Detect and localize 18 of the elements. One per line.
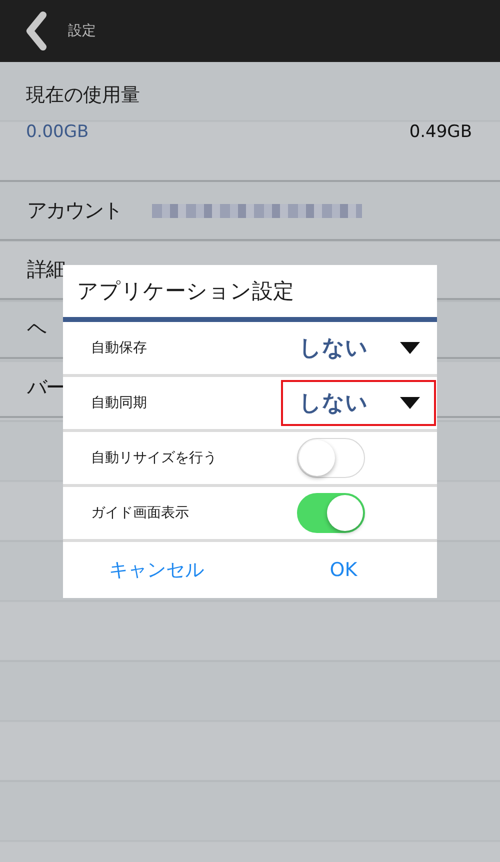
settings-item[interactable]: ヘ	[27, 315, 46, 342]
screen-title: 設定	[68, 22, 96, 40]
dialog-title: アプリケーション設定	[63, 265, 437, 317]
dropdown[interactable]: しない	[281, 325, 436, 371]
back-icon[interactable]	[24, 11, 48, 51]
setting-label: 自動同期	[91, 394, 148, 412]
used-amount: 0.00GB	[26, 122, 89, 142]
setting-label: 自動リサイズを行う	[91, 449, 218, 467]
setting-label: ガイド画面表示	[91, 504, 190, 522]
setting-label: 自動保存	[91, 339, 148, 357]
toggle-switch[interactable]	[297, 493, 365, 533]
settings-item[interactable]: アカウント	[27, 197, 122, 224]
dropdown[interactable]: しない	[281, 380, 436, 426]
total-amount: 0.49GB	[409, 122, 472, 142]
usage-label: 現在の使用量	[26, 83, 141, 108]
caret-icon	[400, 397, 420, 409]
toggle-switch[interactable]	[297, 438, 365, 478]
caret-icon	[400, 342, 420, 354]
